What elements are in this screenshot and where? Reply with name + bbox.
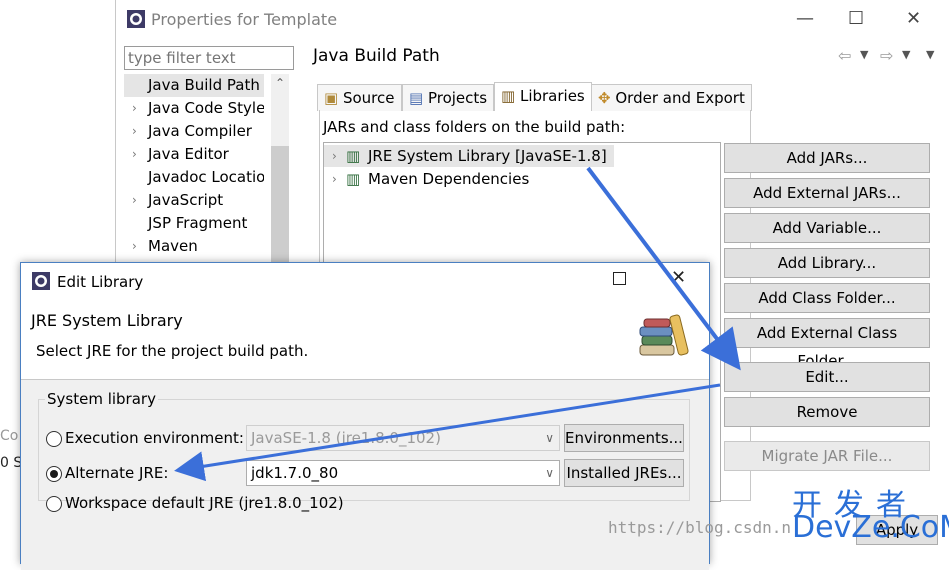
watermark-logo-en: DevZe.CoM bbox=[792, 510, 949, 545]
annotation-arrow-to-alternate-jre bbox=[174, 383, 721, 482]
annotation-arrows bbox=[174, 166, 741, 482]
annotation-arrow-to-edit bbox=[586, 166, 741, 371]
watermark-url: https://blog.csdn.n bbox=[608, 518, 792, 537]
